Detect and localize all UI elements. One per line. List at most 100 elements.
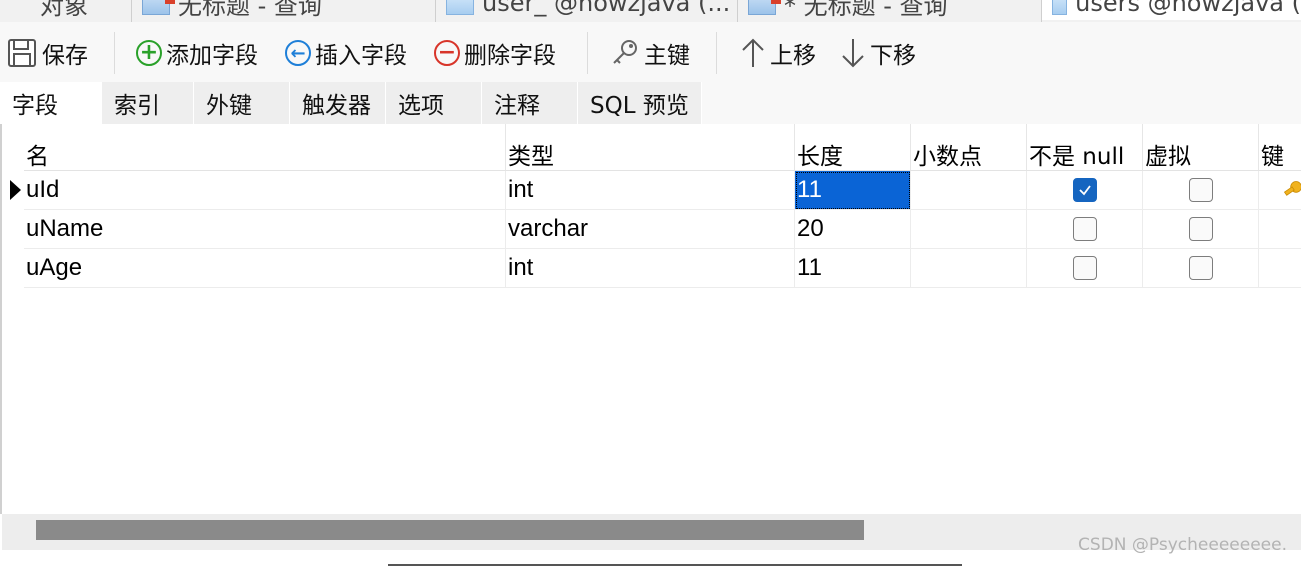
tab-label: 字段 [12, 93, 58, 119]
toolbar-divider [716, 32, 717, 74]
not-null-checkbox[interactable] [1073, 256, 1097, 280]
delete-field-label: 删除字段 [464, 43, 556, 69]
tab-label: 选项 [398, 93, 444, 119]
column-header-key[interactable]: 键 [1259, 124, 1301, 171]
watermark: CSDN @Psycheeeeeeee. [1078, 535, 1287, 555]
doc-tab-label: * 无标题 - 查询 [784, 0, 948, 20]
cell-text: 11 [797, 254, 822, 281]
virtual-checkbox[interactable] [1189, 178, 1213, 202]
current-row-indicator [10, 180, 21, 200]
field-length-cell[interactable]: 11 [795, 249, 911, 288]
field-type-cell[interactable]: int [506, 171, 795, 210]
column-header-not-null[interactable]: 不是 null [1027, 124, 1143, 171]
header-label: 名 [26, 144, 49, 170]
field-name-cell[interactable]: uId [24, 171, 506, 210]
column-header-type[interactable]: 类型 [506, 124, 795, 171]
column-header-decimals[interactable]: 小数点 [911, 124, 1027, 171]
cell-text: 20 [797, 215, 824, 242]
not-null-cell [1027, 171, 1143, 210]
key-cell[interactable] [1259, 171, 1301, 210]
tab-comments[interactable]: 注释 [482, 82, 578, 124]
fields-grid: 名 类型 长度 小数点 不是 null 虚拟 键 uId int 11 uNam… [0, 124, 1301, 514]
virtual-cell [1143, 171, 1259, 210]
virtual-checkbox[interactable] [1189, 217, 1213, 241]
insert-field-label: 插入字段 [315, 43, 407, 69]
tab-indexes[interactable]: 索引 [102, 82, 194, 124]
tab-label: 注释 [494, 93, 540, 119]
bottom-divider [388, 564, 962, 566]
doc-tab-user-table[interactable]: user_ @howzjava (... [436, 0, 738, 22]
field-type-cell[interactable]: int [506, 249, 795, 288]
save-button[interactable]: 保存 [6, 36, 88, 70]
arrow-left-circle-icon: ← [285, 40, 311, 66]
save-icon [6, 37, 38, 69]
doc-tab-label: 无标题 - 查询 [178, 0, 322, 20]
field-decimals-cell[interactable] [911, 171, 1027, 210]
add-field-label: 添加字段 [166, 43, 258, 69]
cell-text: int [508, 254, 534, 281]
design-subtab-bar: 字段 索引 外键 触发器 选项 注释 SQL 预览 [0, 82, 1301, 124]
add-field-button[interactable]: + 添加字段 [136, 36, 258, 70]
header-label: 长度 [797, 144, 843, 170]
cell-text: int [508, 176, 534, 203]
header-label: 类型 [508, 144, 554, 170]
doc-tab-objects[interactable]: 对象 [0, 0, 132, 22]
tab-fields[interactable]: 字段 [0, 82, 102, 124]
toolbar-divider [114, 32, 115, 74]
field-decimals-cell[interactable] [911, 249, 1027, 288]
doc-tab-query-1[interactable]: 无标题 - 查询 [132, 0, 436, 22]
tab-label: 触发器 [302, 93, 371, 119]
field-type-cell[interactable]: varchar [506, 210, 795, 249]
field-length-cell[interactable]: 20 [795, 210, 911, 249]
document-tab-bar: 对象 无标题 - 查询 user_ @howzjava (... * 无标题 -… [0, 0, 1301, 23]
cell-text: uName [26, 215, 104, 242]
primary-key-label: 主键 [644, 43, 690, 69]
field-name-cell[interactable]: uName [24, 210, 506, 249]
tab-foreign-keys[interactable]: 外键 [194, 82, 290, 124]
key-cell[interactable] [1259, 249, 1301, 288]
scrollbar-thumb[interactable] [36, 520, 864, 540]
key-cell[interactable] [1259, 210, 1301, 249]
not-null-cell [1027, 249, 1143, 288]
field-length-cell[interactable]: 11 [795, 171, 911, 210]
delete-field-button[interactable]: − 删除字段 [434, 36, 556, 70]
move-down-button[interactable]: 下移 [840, 36, 916, 70]
doc-tab-label: 对象 [40, 0, 88, 20]
checkmark-icon [1079, 185, 1091, 196]
virtual-checkbox[interactable] [1189, 256, 1213, 280]
move-up-button[interactable]: 上移 [740, 36, 816, 70]
column-header-name[interactable]: 名 [24, 124, 506, 171]
key-icon [610, 38, 640, 68]
move-down-label: 下移 [870, 43, 916, 69]
virtual-cell [1143, 249, 1259, 288]
doc-tab-users-design[interactable]: users @howzjava ( [1042, 0, 1301, 20]
arrow-down-icon [840, 37, 866, 69]
tab-sql-preview[interactable]: SQL 预览 [578, 82, 702, 124]
cell-text: 11 [797, 176, 822, 203]
doc-tab-label: users @howzjava ( [1075, 0, 1301, 17]
save-label: 保存 [42, 43, 88, 69]
not-null-checkbox[interactable] [1073, 217, 1097, 241]
header-label: 键 [1261, 144, 1284, 170]
header-label: 小数点 [913, 144, 982, 170]
doc-tab-query-2[interactable]: * 无标题 - 查询 [738, 0, 1042, 22]
query-icon [142, 0, 175, 15]
cell-text: uId [26, 176, 60, 203]
add-circle-icon: + [136, 40, 162, 66]
virtual-cell [1143, 210, 1259, 249]
field-name-cell[interactable]: uAge [24, 249, 506, 288]
cell-text: uAge [26, 254, 83, 281]
not-null-cell [1027, 210, 1143, 249]
tab-triggers[interactable]: 触发器 [290, 82, 386, 124]
tab-label: 外键 [206, 93, 252, 119]
tab-options[interactable]: 选项 [386, 82, 482, 124]
column-header-length[interactable]: 长度 [795, 124, 911, 171]
column-header-virtual[interactable]: 虚拟 [1143, 124, 1259, 171]
insert-field-button[interactable]: ← 插入字段 [285, 36, 407, 70]
doc-tab-label: user_ @howzjava (... [482, 0, 731, 17]
field-decimals-cell[interactable] [911, 210, 1027, 249]
table-icon [446, 0, 474, 15]
primary-key-button[interactable]: 主键 [610, 36, 690, 70]
not-null-checkbox[interactable] [1073, 178, 1097, 202]
table-design-icon [1052, 0, 1068, 15]
